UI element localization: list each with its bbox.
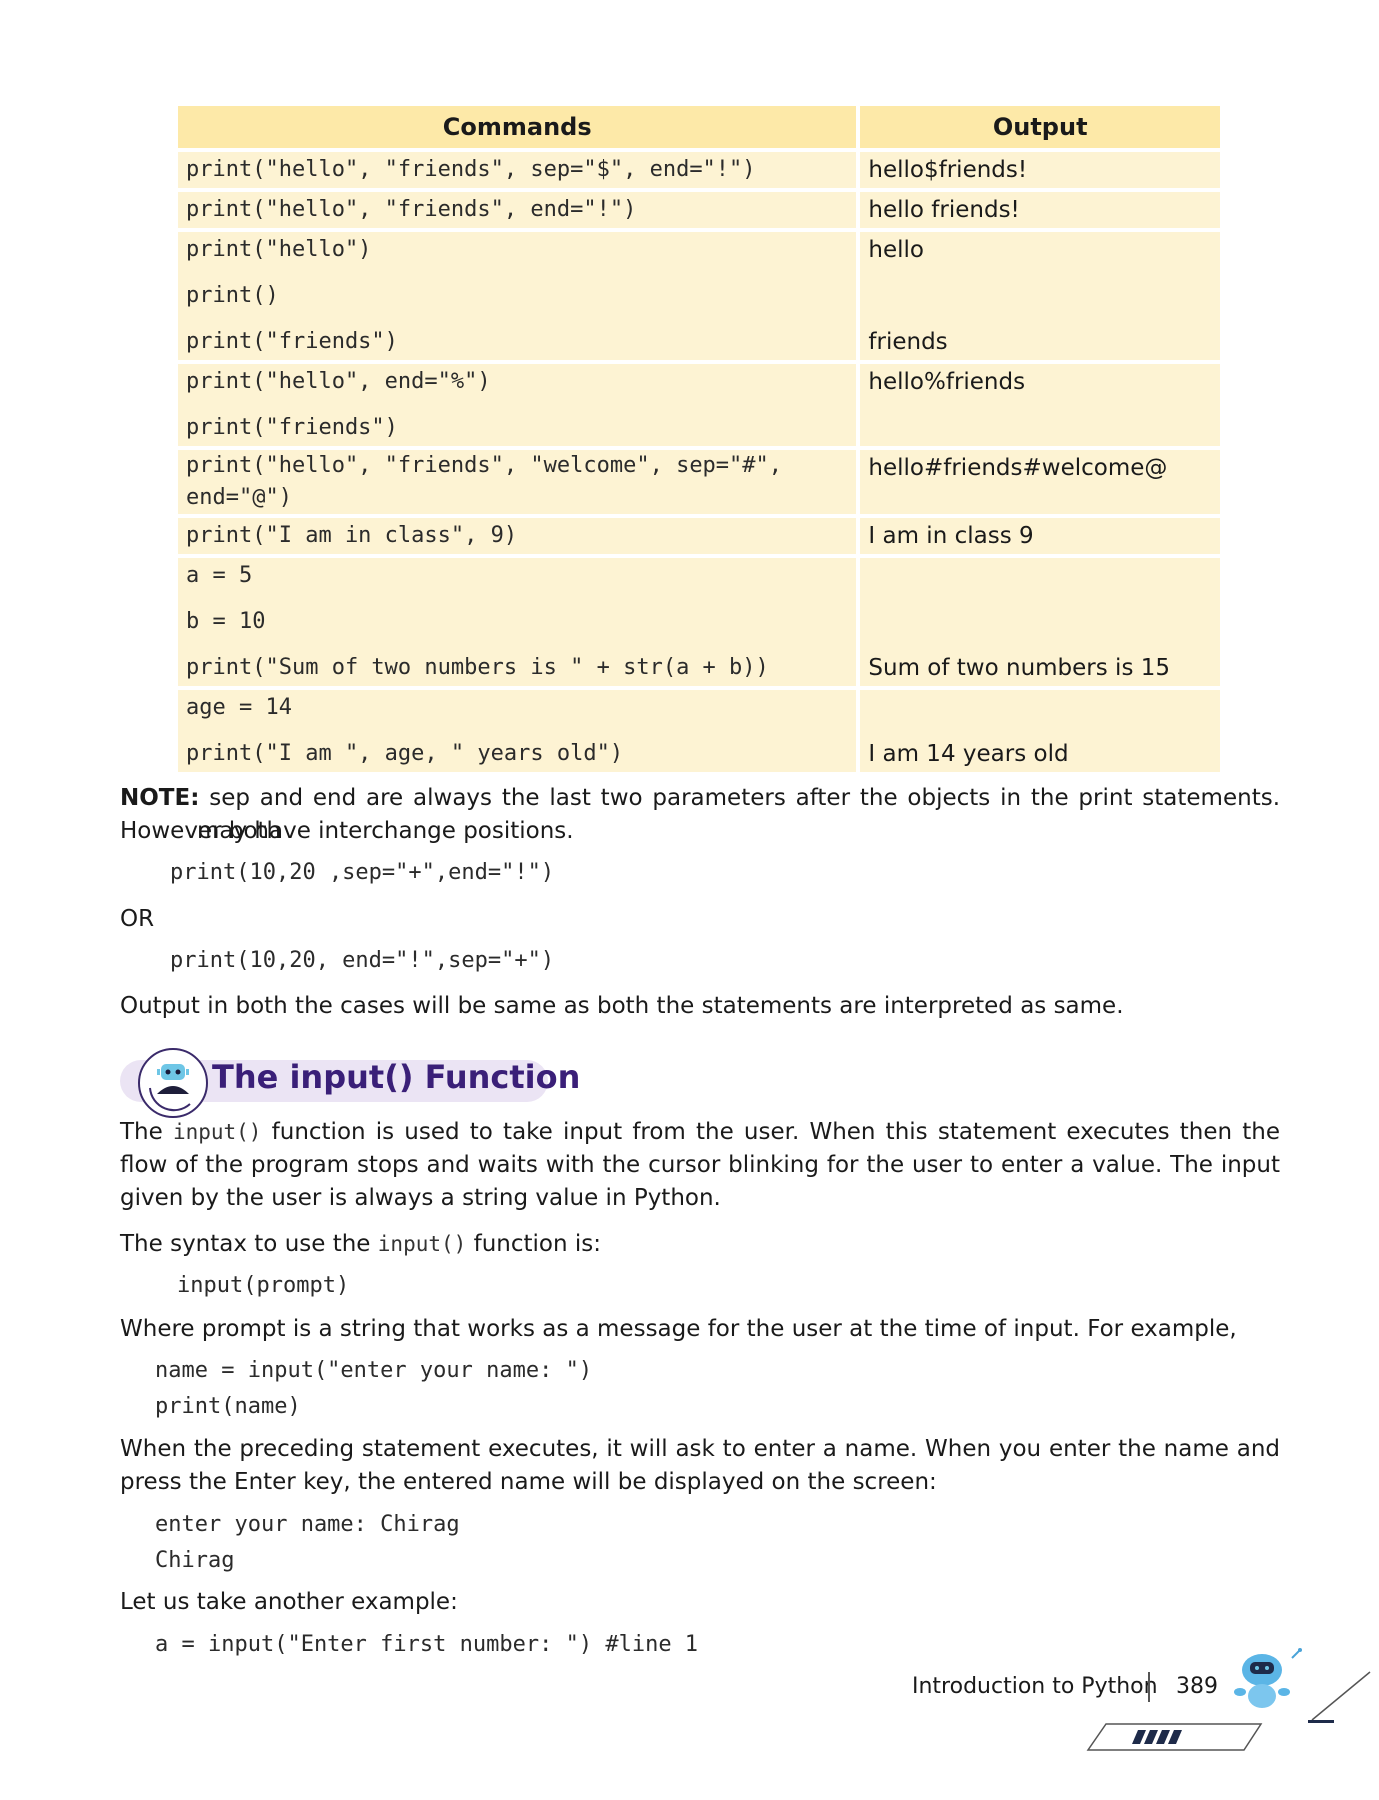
text: function is:	[473, 1231, 601, 1257]
output-line: I am 14 years old	[868, 741, 1069, 767]
footer-stripe-decoration	[1086, 1722, 1266, 1756]
another-example-intro: Let us take another example:	[120, 1589, 458, 1615]
command-line: print("hello", "friends", "welcome", sep…	[186, 453, 783, 478]
command-line: print("Sum of two numbers is " + str(a +…	[186, 655, 769, 680]
command-line: print()	[186, 283, 279, 308]
example-code-line: a = input("Enter first number: ") #line …	[155, 1632, 699, 1657]
output-line: hello$friends!	[868, 157, 1028, 183]
example-code-line: name = input("enter your name: ")	[155, 1358, 593, 1383]
table-row: age = 14 print("I am ", age, " years old…	[178, 690, 1220, 772]
output-code-line: Chirag	[155, 1548, 235, 1573]
syntax-code: input(prompt)	[177, 1273, 350, 1298]
commands-output-table: Commands Output print("hello", "friends"…	[174, 102, 1224, 776]
output-line: hello#friends#welcome@	[868, 455, 1168, 481]
table-row: print("hello", end="%") print("friends")…	[178, 364, 1220, 446]
output-header: Output	[860, 106, 1220, 148]
note-text-line2: may have interchange positions.	[197, 818, 574, 844]
text: function is used to take input from the …	[120, 1119, 1280, 1211]
page-number: 389	[1176, 1674, 1218, 1699]
output-line: I am in class 9	[868, 523, 1034, 549]
command-line: print("I am in class", 9)	[186, 523, 518, 548]
table-row: print("hello") print() print("friends") …	[178, 232, 1220, 360]
robot-icon	[138, 1048, 208, 1118]
command-line: print("hello", end="%")	[186, 369, 491, 394]
example-code-line: print(name)	[155, 1394, 301, 1419]
output-code-line: enter your name: Chirag	[155, 1512, 460, 1537]
output-line: hello%friends	[868, 369, 1026, 395]
output-line: hello	[868, 237, 924, 263]
inline-code: input()	[377, 1232, 467, 1256]
note-code-2: print(10,20, end="!",sep="+")	[170, 948, 555, 973]
command-line: print("friends")	[186, 329, 398, 354]
footer-chapter-title: Introduction to Python	[912, 1674, 1158, 1699]
text: The syntax to use the	[120, 1231, 371, 1257]
table-row: print("hello", "friends", end="!") hello…	[178, 192, 1220, 228]
output-line: Sum of two numbers is 15	[868, 655, 1171, 681]
footer-divider	[1148, 1672, 1150, 1702]
output-line: hello friends!	[868, 197, 1020, 223]
table-row: print("I am in class", 9) I am in class …	[178, 518, 1220, 554]
inline-code: input()	[172, 1120, 262, 1144]
output-line: friends	[868, 329, 948, 355]
note-label: NOTE:	[120, 785, 200, 811]
command-line: print("hello")	[186, 237, 372, 262]
text: The	[120, 1119, 163, 1145]
execution-description: When the preceding statement executes, i…	[120, 1436, 1280, 1495]
prompt-description: Where prompt is a string that works as a…	[120, 1316, 1237, 1342]
command-line: a = 5	[186, 563, 253, 588]
input-description-paragraph: The input() function is used to take inp…	[120, 1116, 1280, 1215]
table-row: print("hello", "friends", "welcome", sep…	[178, 450, 1220, 514]
commands-header: Commands	[178, 106, 857, 148]
note-or: OR	[120, 906, 155, 932]
syntax-intro: The syntax to use the input() function i…	[120, 1228, 601, 1261]
table-row: a = 5 b = 10 print("Sum of two numbers i…	[178, 558, 1220, 686]
command-line: print("I am ", age, " years old")	[186, 741, 624, 766]
command-line: age = 14	[186, 695, 292, 720]
command-line: print("friends")	[186, 415, 398, 440]
section-title: The input() Function	[212, 1058, 581, 1096]
command-line: b = 10	[186, 609, 266, 634]
note-conclusion: Output in both the cases will be same as…	[120, 993, 1124, 1019]
command-line: print("hello", "friends", sep="$", end="…	[186, 157, 756, 182]
command-line: end="@")	[186, 485, 292, 510]
command-line: print("hello", "friends", end="!")	[186, 197, 637, 222]
note-code-1: print(10,20 ,sep="+",end="!")	[170, 860, 555, 885]
table-row: print("hello", "friends", sep="$", end="…	[178, 152, 1220, 188]
